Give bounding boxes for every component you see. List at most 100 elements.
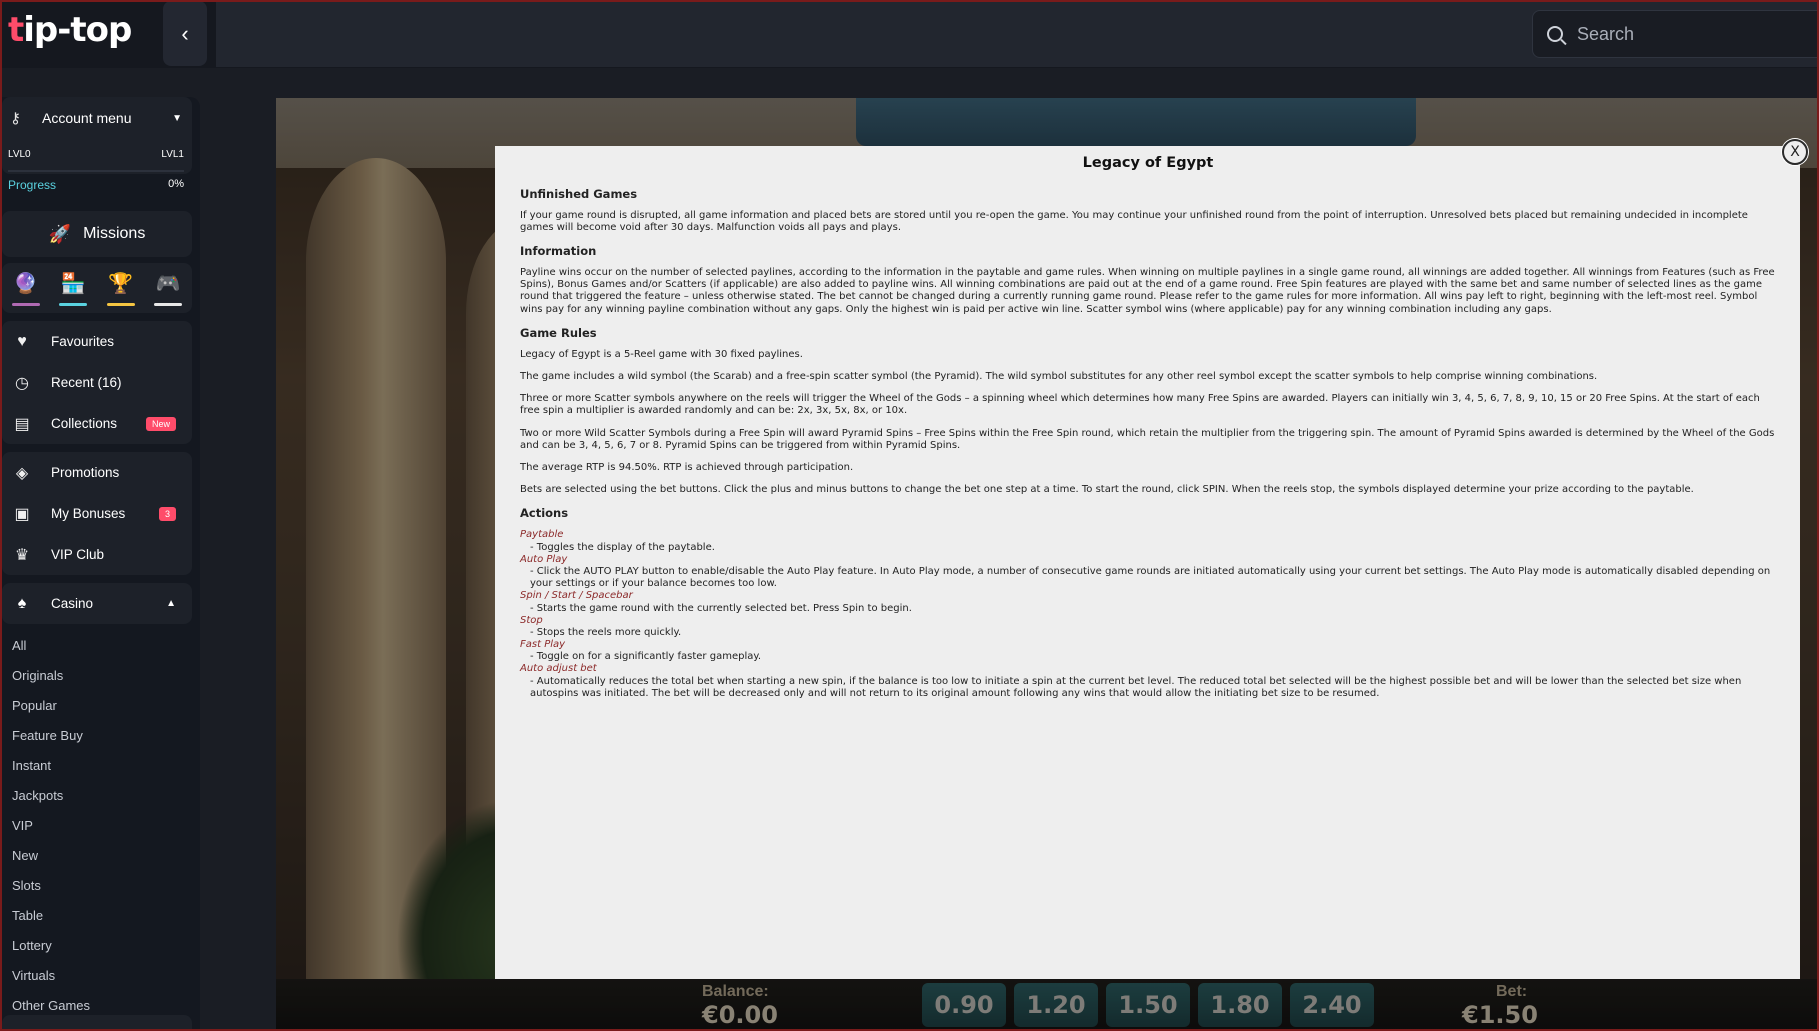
unfinished-games-text: If your game round is disrupted, all gam… [520,209,1748,233]
close-icon: X [1790,144,1800,160]
rules-paragraph: Three or more Scatter symbols anywhere o… [520,393,1760,417]
account-menu-toggle[interactable]: ⚷ Account menu ▼ [10,107,182,129]
search-input[interactable] [1577,23,1797,45]
sidebar-item-label: VIP Club [51,547,105,562]
mission-tab[interactable]: 🎮 [154,270,183,306]
missions-label: Missions [83,225,146,242]
action-description: - Starts the game round with the current… [530,602,912,614]
store-icon: 🏪 [60,273,86,295]
casino-section-toggle[interactable]: ♠ Casino ▲ [2,583,192,624]
search-box[interactable] [1532,10,1819,58]
sidebar-item-label: Recent (16) [51,375,122,390]
actions-heading: Actions [520,506,569,521]
sidebar-item-recent-16[interactable]: ◷ Recent (16) [2,362,192,403]
casino-subcategory-item[interactable]: Slots [0,870,200,900]
action-name: Spin / Start / Spacebar [520,590,633,602]
caret-down-icon: ▼ [172,112,182,124]
rules-paragraph: Bets are selected using the bet buttons.… [520,484,1694,496]
casino-subcategory-item[interactable]: All [0,630,200,660]
action-name: Paytable [520,529,564,541]
rules-paragraph: The average RTP is 94.50%. RTP is achiev… [520,461,854,473]
caret-up-icon: ▲ [166,598,176,609]
mission-tab-indicator [11,303,40,306]
progress-row: Progress 0% [8,178,184,192]
key-icon: ⚷ [10,110,21,127]
mission-tab-indicator [59,303,88,306]
status-badge: New [145,416,176,431]
level-row: LVL0 LVL1 [8,149,184,160]
casino-subcategory-item[interactable]: Table [0,900,200,930]
action-name: Fast Play [520,639,566,651]
sidebar-item-label: Collections [51,416,118,431]
rules-paragraph: Legacy of Egypt is a 5-Reel game with 30… [520,348,803,360]
level-current: LVL0 [8,149,31,160]
spade-icon: ♠ [17,594,27,612]
casino-subcategory-item[interactable]: Popular [0,690,200,720]
information-heading: Information [520,244,597,259]
sidebar-item-my-bonuses[interactable]: ▣ My Bonuses 3 [2,493,192,534]
tag-icon: ◈ [15,464,29,482]
sidebar-item-label: Favourites [51,334,115,349]
top-bar: tip-top ‹ [0,0,1819,68]
action-name: Stop [520,614,543,626]
nav-group-personal: ♥ Favourites ◷ Recent (16) ▤ Collections New [2,321,192,444]
action-description: - Click the AUTO PLAY button to enable/d… [530,565,1771,590]
heart-icon: ♥ [17,332,27,350]
action-description: - Stops the reels more quickly. [530,626,682,638]
sidebar-item-vip-club[interactable]: ♛ VIP Club [2,534,192,575]
progress-value: 0% [168,178,184,190]
gamepad-icon: 🎮 [155,273,181,295]
casino-label: Casino [51,596,94,611]
action-description: - Automatically reduces the total bet wh… [530,675,1742,699]
sidebar-item-favourites[interactable]: ♥ Favourites [2,321,192,362]
level-progress-bar [8,170,184,172]
crown-icon: ♛ [14,546,30,564]
sidebar-collapse-button[interactable]: ‹ [163,1,207,66]
sidebar-item-label: Promotions [51,465,120,480]
action-description: - Toggle on for a significantly faster g… [530,651,762,663]
sidebar-item-promotions[interactable]: ◈ Promotions [2,452,192,493]
game-rules-heading: Game Rules [520,325,597,340]
mission-tab-indicator [154,303,183,306]
casino-subcategory-item[interactable]: Feature Buy [0,720,200,750]
progress-label: Progress [8,178,57,192]
dialog-close-button[interactable]: X [1782,139,1808,165]
account-menu-label: Account menu [42,110,132,126]
rules-paragraph: Two or more Wild Scatter Symbols during … [520,427,1775,451]
casino-subcategory-item[interactable]: Instant [0,750,200,780]
action-name: Auto adjust bet [520,663,597,675]
casino-subcategory-item[interactable]: New [0,840,200,870]
rules-paragraph: The game includes a wild symbol (the Sca… [520,371,1598,383]
sidebar-next-section[interactable] [2,1015,192,1031]
game-rules-dialog: Legacy of Egypt Unfinished Games If your… [495,146,1800,979]
collections-icon: ▤ [14,415,30,433]
casino-subcategory-item[interactable]: Lottery [0,930,200,960]
level-next: LVL1 [161,149,184,160]
sidebar-item-label: My Bonuses [51,506,126,521]
rocket-icon: 🚀 [48,223,72,244]
casino-subcategory-item[interactable]: Originals [0,660,200,690]
account-panel: ⚷ Account menu ▼ LVL0 LVL1 Progress 0% [2,97,192,192]
actions-list: Paytable - Toggles the display of the pay… [520,529,1776,700]
nav-group-casino: ♠ Casino ▲ [2,583,192,624]
casino-subcategory-item[interactable]: Virtuals [0,960,200,990]
casino-subcategory-item[interactable]: VIP [0,810,200,840]
mission-tab[interactable]: 🏪 [59,270,88,306]
orb-icon: 🔮 [13,273,39,295]
action-name: Auto Play [520,553,568,565]
action-description: - Toggles the display of the paytable. [530,541,715,553]
mission-tab-indicator [106,303,135,306]
tiptop-logo[interactable]: tip-top [8,10,132,50]
search-icon [1547,26,1563,42]
casino-subcategory-item[interactable]: Jackpots [0,780,200,810]
sidebar-item-collections[interactable]: ▤ Collections New [2,403,192,444]
status-badge: 3 [158,506,176,521]
information-text: Payline wins occur on the number of sele… [520,267,1775,315]
mission-tab[interactable]: 🏆 [106,270,135,306]
missions-button[interactable]: 🚀 Missions [2,211,192,257]
mission-tab[interactable]: 🔮 [11,270,40,306]
clock-icon: ◷ [15,374,29,392]
gift-icon: ▣ [14,505,30,523]
unfinished-games-heading: Unfinished Games [520,186,638,201]
mission-icons-row: 🔮 🏪 🏆 🎮 [2,263,192,313]
